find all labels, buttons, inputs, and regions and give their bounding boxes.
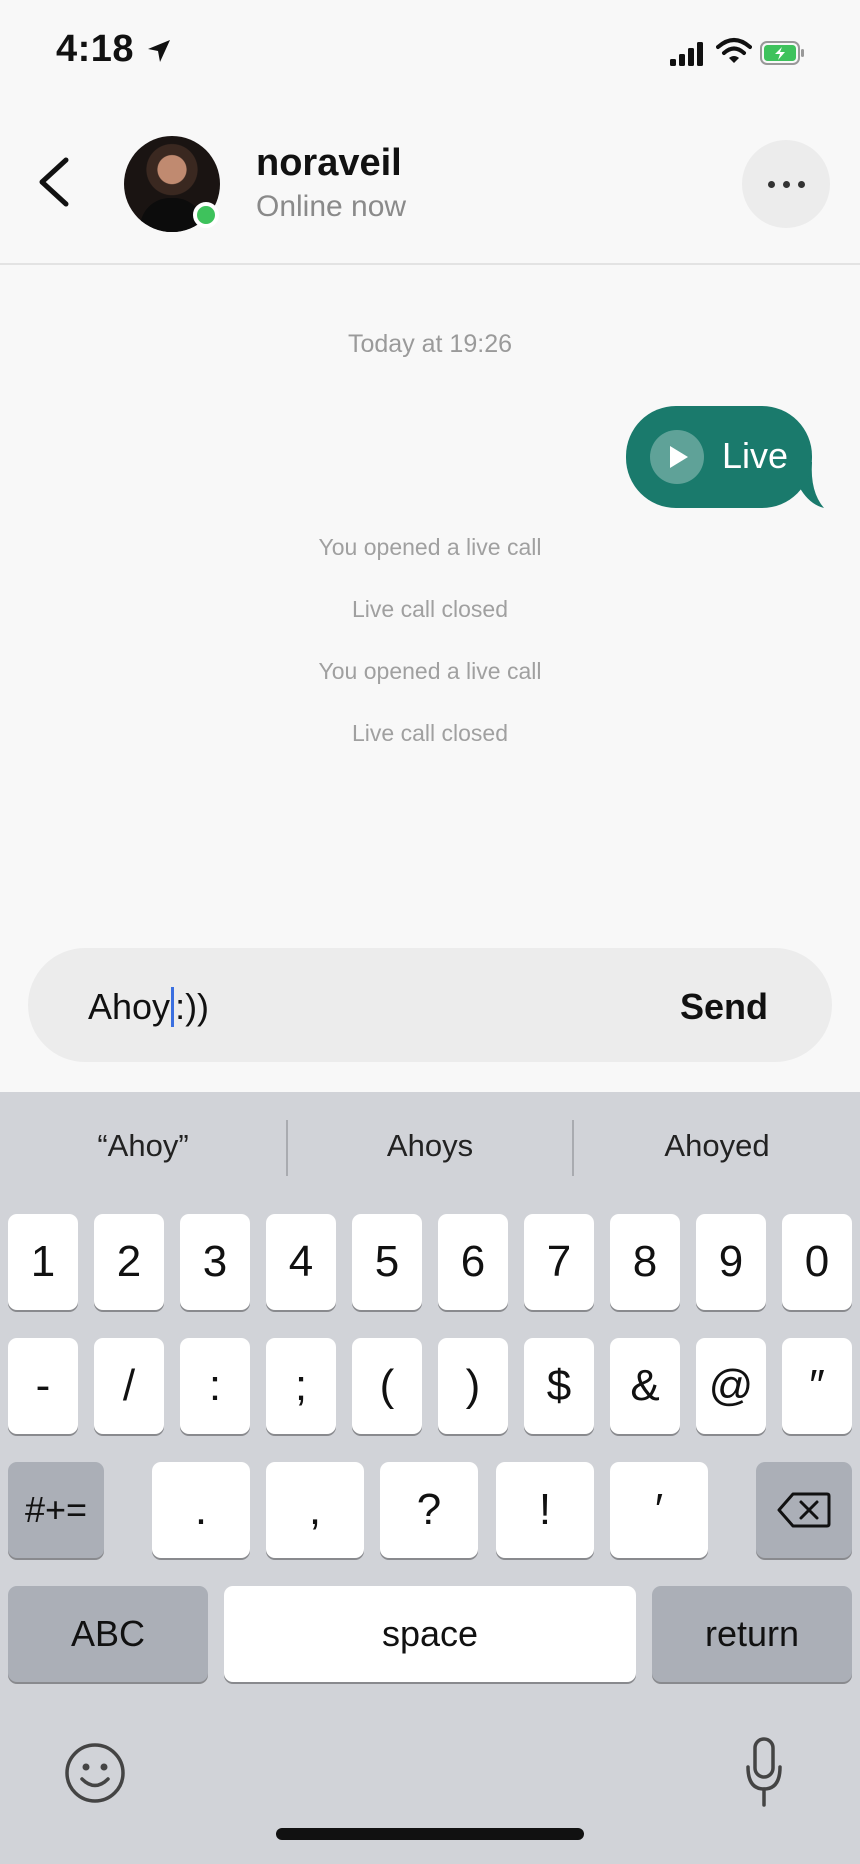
contact-name[interactable]: noraveil — [256, 142, 402, 185]
key[interactable]: 7 — [524, 1214, 594, 1310]
suggestion-item[interactable]: “Ahoy” — [0, 1128, 286, 1164]
key[interactable]: ″ — [782, 1338, 852, 1434]
system-message: Live call closed — [352, 720, 508, 746]
bubble-label: Live — [722, 435, 789, 476]
battery-icon — [760, 41, 804, 65]
key[interactable]: 9 — [696, 1214, 766, 1310]
key[interactable]: 1 — [8, 1214, 78, 1310]
emoji-icon[interactable] — [64, 1742, 126, 1804]
key[interactable]: ? — [380, 1462, 478, 1558]
status-bar: 4:18 — [0, 0, 860, 100]
microphone-icon[interactable] — [744, 1737, 784, 1809]
key[interactable]: 8 — [610, 1214, 680, 1310]
input-text-before-cursor: Ahoy — [88, 986, 171, 1027]
chat-header: noraveil Online now — [0, 100, 860, 265]
key[interactable]: & — [610, 1338, 680, 1434]
backspace-key[interactable] — [756, 1462, 852, 1558]
key[interactable]: $ — [524, 1338, 594, 1434]
send-button[interactable]: Send — [680, 986, 768, 1028]
key[interactable]: 4 — [266, 1214, 336, 1310]
key[interactable]: ! — [496, 1462, 594, 1558]
contact-status: Online now — [256, 190, 407, 223]
status-time: 4:18 — [56, 28, 135, 70]
system-message: Live call closed — [352, 596, 508, 622]
abc-key[interactable]: ABC — [8, 1586, 208, 1682]
key[interactable]: . — [152, 1462, 250, 1558]
key[interactable]: 3 — [180, 1214, 250, 1310]
key[interactable]: 6 — [438, 1214, 508, 1310]
suggestion-item[interactable]: Ahoys — [287, 1128, 573, 1164]
key[interactable]: - — [8, 1338, 78, 1434]
system-message: You opened a live call — [318, 658, 542, 684]
suggestion-item[interactable]: Ahoyed — [574, 1128, 860, 1164]
more-options-button[interactable] — [742, 140, 830, 228]
backspace-icon — [777, 1492, 831, 1528]
key[interactable]: ′ — [610, 1462, 708, 1558]
conversation-timestamp: Today at 19:26 — [347, 330, 512, 358]
cellular-signal-icon — [670, 42, 703, 66]
location-arrow-icon — [148, 40, 170, 62]
key[interactable]: 2 — [94, 1214, 164, 1310]
message-input-bar: Ahoy:)) Send — [28, 948, 832, 1062]
key[interactable]: ; — [266, 1338, 336, 1434]
live-message-bubble[interactable]: Live — [626, 406, 812, 508]
key[interactable]: ) — [438, 1338, 508, 1434]
suggestion-bar: “Ahoy” Ahoys Ahoyed — [0, 1092, 860, 1202]
symbols-key[interactable]: #+= — [8, 1462, 104, 1558]
key[interactable]: / — [94, 1338, 164, 1434]
back-chevron-icon[interactable] — [30, 152, 80, 212]
system-message: You opened a live call — [318, 534, 542, 560]
wifi-icon — [716, 38, 752, 63]
space-key[interactable]: space — [224, 1586, 636, 1682]
key[interactable]: : — [180, 1338, 250, 1434]
key[interactable]: ( — [352, 1338, 422, 1434]
more-dots-icon — [767, 180, 775, 188]
keyboard: “Ahoy” Ahoys Ahoyed 1 2 3 4 5 6 7 8 9 0 … — [0, 1092, 860, 1864]
home-indicator[interactable] — [276, 1828, 584, 1840]
key[interactable]: 5 — [352, 1214, 422, 1310]
key[interactable]: @ — [696, 1338, 766, 1434]
text-cursor — [171, 987, 175, 1027]
online-indicator — [193, 202, 219, 228]
key[interactable]: 0 — [782, 1214, 852, 1310]
return-key[interactable]: return — [652, 1586, 852, 1682]
play-icon[interactable] — [650, 430, 704, 484]
input-text-after-cursor: :)) — [175, 986, 210, 1027]
key[interactable]: , — [266, 1462, 364, 1558]
message-input[interactable]: Ahoy:)) — [88, 986, 209, 1028]
